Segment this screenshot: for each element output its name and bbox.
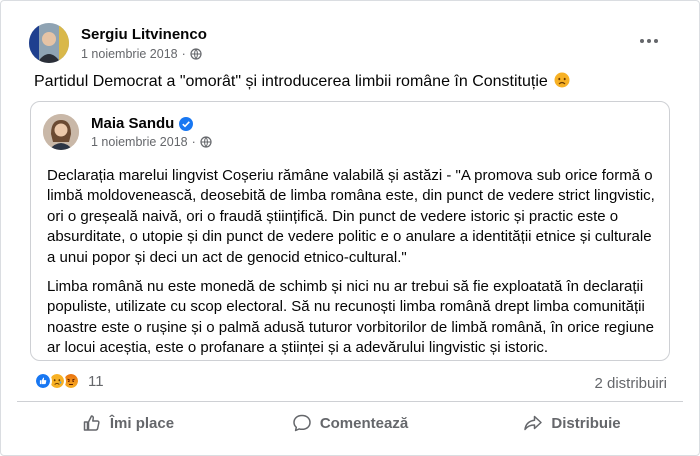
like-button[interactable]: Îmi place [17, 403, 239, 443]
comment-icon [293, 414, 311, 432]
like-icon [34, 372, 52, 390]
separator: · [181, 46, 186, 61]
shares-count[interactable]: 2 distribuiri [594, 375, 667, 392]
shared-author-photo-icon [43, 114, 79, 150]
globe-icon [200, 136, 212, 148]
post-header: Sergiu Litvinenco 1 noiembrie 2018 · [29, 21, 207, 65]
dot-icon [640, 39, 644, 43]
shared-post-paragraph-2: Limba română nu este monedă de schimb și… [47, 278, 654, 357]
post-card: Sergiu Litvinenco 1 noiembrie 2018 · Par… [0, 0, 700, 456]
dot-icon [647, 39, 651, 43]
author-photo-icon [29, 23, 69, 63]
shared-author-avatar[interactable] [43, 114, 79, 150]
share-button[interactable]: Distribuie [461, 403, 683, 443]
post-subline: 1 noiembrie 2018 · [81, 47, 207, 61]
author-meta: Sergiu Litvinenco 1 noiembrie 2018 · [81, 26, 207, 61]
share-arrow-icon [524, 415, 543, 431]
post-text: Partidul Democrat a "omorât" și introduc… [34, 71, 570, 93]
like-button-label: Îmi place [109, 414, 175, 432]
reactions-summary[interactable]: 11 [34, 372, 104, 390]
action-bar: Îmi place Comentează Distribuie [17, 403, 683, 443]
shared-post-paragraph-1: Declarația marelui lingvist Coșeriu rămâ… [47, 167, 655, 266]
author-avatar[interactable] [29, 23, 69, 63]
verified-badge-icon [179, 116, 194, 131]
shared-post-body: Declarația marelui lingvist Coșeriu rămâ… [47, 166, 662, 359]
globe-icon [190, 47, 202, 60]
shared-post-header: Maia Sandu 1 noiembrie 2018 · [43, 114, 212, 150]
post-text-content: Partidul Democrat a "omorât" și introduc… [34, 73, 548, 90]
thumbs-up-icon [83, 415, 100, 431]
shared-author-meta: Maia Sandu 1 noiembrie 2018 · [91, 115, 212, 149]
separator: · [191, 135, 196, 149]
shared-author-row: Maia Sandu [91, 115, 212, 132]
share-button-label: Distribuie [551, 414, 621, 432]
actions-divider [17, 401, 683, 402]
shared-post[interactable]: Maia Sandu 1 noiembrie 2018 · Declarația… [30, 101, 670, 361]
shared-author-name[interactable]: Maia Sandu [91, 115, 174, 132]
shared-post-subline: 1 noiembrie 2018 · [91, 135, 212, 149]
sad-face-emoji-icon [554, 72, 570, 88]
dot-icon [654, 39, 658, 43]
shared-post-date[interactable]: 1 noiembrie 2018 [91, 135, 188, 149]
post-date[interactable]: 1 noiembrie 2018 [81, 47, 178, 61]
more-options-button[interactable] [639, 31, 659, 51]
reaction-count[interactable]: 11 [88, 373, 104, 390]
author-name[interactable]: Sergiu Litvinenco [81, 26, 207, 43]
comment-button[interactable]: Comentează [239, 403, 461, 443]
comment-button-label: Comentează [319, 414, 409, 432]
